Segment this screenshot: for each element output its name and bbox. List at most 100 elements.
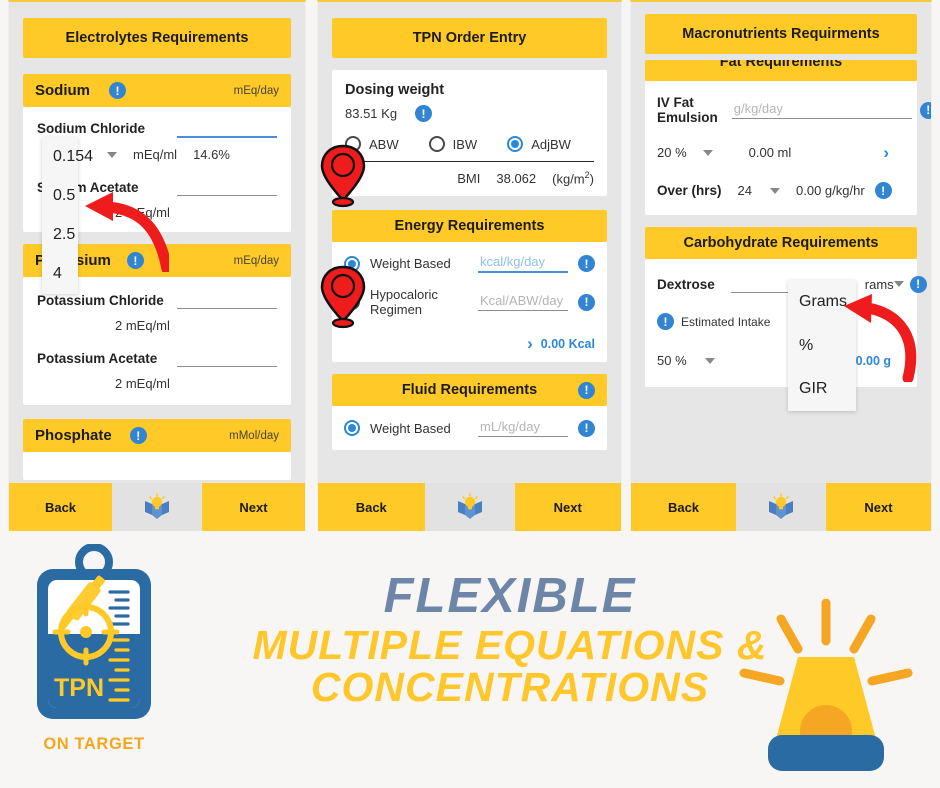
dropdown-option[interactable]: 4 [42, 255, 78, 294]
back-button[interactable]: Back [631, 483, 736, 531]
label-dosing-weight: Dosing weight [345, 82, 445, 98]
value-dosing-weight: 83.51 Kg [345, 106, 398, 121]
label-sodium-chloride: Sodium Chloride [37, 121, 145, 136]
unit-bmi: (kg/m2) [552, 170, 594, 187]
marketing-banner: TPN ON TARGET FLEXIBLE MULTIPLE EQUATION… [0, 531, 940, 788]
value-potassium-chloride-conc: 2 mEq/ml [115, 318, 170, 333]
panel-tpn-order-entry: TPN Order Entry Dosing weight 83.51 Kg !… [317, 0, 622, 531]
label-bmi: BMI [457, 170, 481, 186]
panel2-body: TPN Order Entry Dosing weight 83.51 Kg !… [318, 2, 621, 483]
logo-text: TPN [54, 674, 104, 702]
bottom-nav-panel1: Back Next [9, 483, 305, 531]
info-icon-phosphate[interactable]: ! [129, 427, 147, 444]
label-abw: ABW [369, 136, 399, 152]
section-unit-potassium: mEq/day [233, 254, 279, 267]
value-dextrose-unit-behind: rams [864, 276, 894, 292]
info-icon-dextrose[interactable]: ! [909, 275, 927, 293]
chevron-right-icon-energy[interactable]: › [527, 335, 533, 352]
input-iv-fat-emulsion[interactable] [731, 101, 912, 119]
section-header-phosphate: Phosphate ! mMol/day [23, 419, 291, 452]
input-energy-weight-based[interactable] [478, 254, 568, 274]
section-header-carbohydrate: Carbohydrate Requirements [645, 227, 917, 259]
section-header-fat: Fat Requirements [645, 60, 917, 81]
chevron-down-icon-sodium-chloride-conc[interactable] [107, 151, 117, 158]
bottom-nav-panel3: Back Next [631, 483, 931, 531]
page-title-tpn-order-entry: TPN Order Entry [332, 18, 607, 58]
dropdown-option[interactable]: 2.5 [42, 216, 78, 255]
value-sodium-chloride-percent: 14.6% [193, 147, 230, 162]
label-potassium-acetate: Potassium Acetate [37, 350, 158, 366]
info-icon-fat-over-hrs[interactable]: ! [874, 182, 892, 199]
annotation-arrow-to-dextrose-dropdown [844, 294, 917, 382]
radio-adjbw[interactable] [507, 136, 524, 152]
next-button[interactable]: Next [514, 483, 621, 531]
chevron-down-icon-dextrose-unit[interactable] [893, 281, 904, 287]
info-icon-fluid-weight-based[interactable]: ! [578, 419, 595, 437]
section-title-fat: Fat Requirements [719, 60, 843, 70]
radio-fluid-weight-based[interactable] [344, 420, 360, 437]
value-fat-volume: 0.00 ml [748, 145, 792, 160]
panel-macronutrients: Macronutrients Requirments Fat Requireme… [630, 0, 932, 531]
section-title-fluid: Fluid Requirements [401, 382, 538, 399]
info-icon-sodium[interactable]: ! [109, 82, 126, 99]
section-title-phosphate: Phosphate [35, 427, 112, 444]
info-icon-estimated-intake[interactable]: ! [657, 313, 674, 330]
info-icon-energy-weight-based[interactable]: ! [578, 255, 595, 273]
label-adjbw: AdjBW [531, 136, 571, 152]
card-phosphate [23, 452, 291, 480]
section-header-fluid: Fluid Requirements ! [332, 374, 607, 407]
chevron-down-icon-fat-over-hrs[interactable] [770, 187, 780, 194]
label-ibw: IBW [452, 136, 478, 152]
input-sodium-acetate[interactable] [177, 178, 277, 196]
lightbulb-tips-icon [457, 493, 482, 519]
input-potassium-chloride[interactable] [177, 291, 277, 309]
banner-text-block: FLEXIBLE MULTIPLE EQUATIONS & CONCENTRAT… [250, 569, 770, 710]
value-fat-concentration: 20 % [657, 145, 687, 160]
input-sodium-chloride[interactable] [177, 119, 277, 138]
info-icon-iv-fat-emulsion[interactable]: ! [919, 101, 931, 119]
tips-button[interactable] [112, 483, 202, 531]
banner-line-2: MULTIPLE EQUATIONS & [252, 622, 768, 669]
panel1-body: Electrolytes Requirements Sodium ! mEq/d… [9, 2, 305, 483]
tips-button[interactable] [424, 483, 515, 531]
annotation-arrow-to-dropdown [85, 192, 169, 272]
label-energy-hypocaloric: Hypocaloric Regimen [370, 287, 438, 318]
info-icon-dosing-weight[interactable]: ! [415, 105, 433, 122]
info-icon-energy-hypocaloric[interactable]: ! [578, 293, 595, 311]
input-energy-hypocaloric[interactable] [478, 293, 568, 312]
lightbulb-tips-icon [145, 493, 169, 519]
banner-line-3: CONCENTRATIONS [310, 663, 710, 710]
radio-ibw[interactable] [428, 136, 445, 152]
panel3-body: Macronutrients Requirments Fat Requireme… [631, 2, 931, 483]
value-bmi: 38.062 [496, 170, 537, 186]
info-icon-fluid[interactable]: ! [578, 381, 595, 399]
value-carb-concentration: 50 % [657, 353, 687, 368]
chevron-right-icon-fat[interactable]: › [883, 144, 889, 161]
banner-headline: FLEXIBLE [383, 569, 637, 623]
label-potassium-chloride: Potassium Chloride [37, 292, 164, 308]
tpn-clipboard-icon: TPN [37, 543, 151, 719]
page-title-macronutrients: Macronutrients Requirments [645, 14, 917, 54]
section-header-sodium: Sodium ! mEq/day [23, 74, 291, 107]
input-fluid-weight-based[interactable] [478, 419, 568, 438]
dropdown-sodium-chloride-concentration[interactable]: 0.154 0.5 2.5 4 [42, 137, 93, 294]
tips-button[interactable] [736, 483, 826, 531]
card-fat: IV Fat Emulsion ! 20 % 0.00 ml › Over (h… [645, 81, 931, 215]
siren-beacon-icon [739, 599, 913, 771]
dropdown-option[interactable]: 0.5 [42, 176, 78, 215]
chevron-down-icon-carb-concentration[interactable] [704, 357, 715, 364]
chevron-down-icon-fat-concentration[interactable] [702, 149, 713, 156]
next-button[interactable]: Next [202, 483, 305, 531]
card-fluid: Weight Based ! [332, 406, 607, 451]
dropdown-option[interactable]: 0.154 [42, 137, 93, 176]
tpn-on-target-logo: TPN ON TARGET [24, 543, 164, 754]
next-button[interactable]: Next [826, 483, 931, 531]
panel-electrolytes: Electrolytes Requirements Sodium ! mEq/d… [8, 0, 306, 531]
input-potassium-acetate[interactable] [177, 349, 277, 367]
section-header-energy: Energy Requirements [332, 210, 607, 243]
section-unit-sodium: mEq/day [233, 84, 279, 97]
back-button[interactable]: Back [9, 483, 112, 531]
back-button[interactable]: Back [318, 483, 425, 531]
lightbulb-tips-icon [769, 493, 793, 519]
label-fluid-weight-based: Weight Based [370, 420, 451, 436]
